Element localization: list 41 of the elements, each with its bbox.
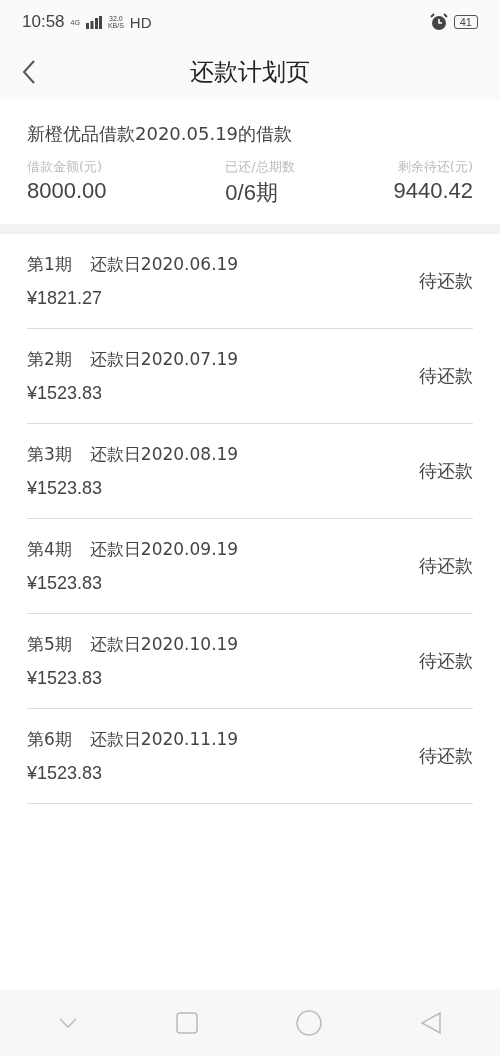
- due-date: 还款日2020.11.19: [89, 728, 239, 751]
- status-label: 待还款: [419, 269, 473, 293]
- installment-amount: ¥1523.83: [27, 478, 104, 499]
- due-date: 还款日2020.07.19: [89, 348, 239, 371]
- signal-icon: [85, 15, 102, 29]
- page-title: 还款计划页: [190, 57, 310, 88]
- stat-value: 8000.00: [27, 178, 107, 204]
- installment-amount: ¥1523.83: [27, 668, 104, 689]
- status-label: 待还款: [419, 744, 473, 768]
- collapse-icon[interactable]: [59, 1018, 78, 1028]
- hd-label: HD: [129, 13, 152, 31]
- status-time: 10:58: [22, 12, 65, 32]
- installment-amount: ¥1523.83: [27, 573, 104, 594]
- back-icon[interactable]: [22, 60, 36, 84]
- period-label: 第5期: [27, 633, 72, 656]
- period-label: 第3期: [27, 443, 72, 466]
- installment-amount: ¥1821.27: [27, 288, 104, 309]
- installment-amount: ¥1523.83: [27, 383, 104, 404]
- installment-amount: ¥1523.83: [27, 763, 104, 784]
- stat-label: 借款金额(元): [27, 158, 104, 176]
- status-label: 待还款: [419, 364, 473, 388]
- due-date: 还款日2020.06.19: [89, 253, 239, 276]
- stat-label: 已还/总期数: [225, 158, 295, 176]
- stat-label: 剩余待还(元): [397, 158, 473, 176]
- status-label: 待还款: [419, 459, 473, 483]
- home-icon[interactable]: [296, 1010, 323, 1036]
- due-date: 还款日2020.09.19: [89, 538, 239, 561]
- status-label: 待还款: [419, 649, 473, 673]
- status-label: 待还款: [419, 554, 473, 578]
- due-date: 还款日2020.08.19: [89, 443, 239, 466]
- recents-icon[interactable]: [175, 1012, 198, 1034]
- period-label: 第2期: [27, 348, 72, 371]
- period-label: 第4期: [27, 538, 72, 561]
- period-label: 第1期: [27, 253, 72, 276]
- period-label: 第6期: [27, 728, 72, 751]
- stat-value: 0/6期: [225, 179, 279, 207]
- alarm-clock-icon: [429, 13, 448, 31]
- battery-indicator: 41: [453, 15, 478, 29]
- due-date: 还款日2020.10.19: [89, 633, 239, 656]
- loan-title: 新橙优品借款2020.05.19的借款: [27, 122, 294, 146]
- stat-value: 9440.42: [393, 178, 473, 204]
